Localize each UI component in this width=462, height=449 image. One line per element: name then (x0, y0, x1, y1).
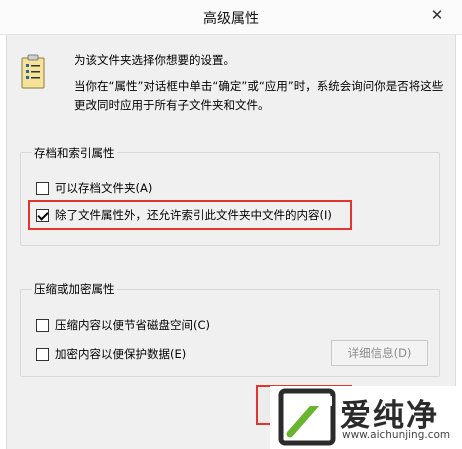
checkbox-box[interactable] (36, 181, 49, 195)
watermark: 爱纯净 www.aichunjing.com (270, 386, 462, 449)
archive-folder-checkbox[interactable]: 可以存档文件夹(A) (36, 180, 152, 196)
details-button[interactable]: 详细信息(D) (331, 340, 428, 366)
archive-index-group (20, 152, 440, 246)
archive-group-title: 存档和索引属性 (32, 145, 117, 161)
watermark-url: www.aichunjing.com (342, 429, 451, 441)
checkbox-box[interactable] (36, 347, 49, 361)
title-bar: 高级属性 ✕ (0, 0, 462, 35)
close-icon: ✕ (430, 6, 444, 24)
watermark-logo-icon (278, 388, 336, 446)
index-content-checkbox[interactable]: 除了文件属性外，还允许索引此文件夹中文件的内容(I) (36, 207, 332, 223)
window-title: 高级属性 (203, 11, 259, 27)
checkbox-label: 除了文件属性外，还允许索引此文件夹中文件的内容(I) (55, 208, 332, 222)
checkbox-label: 压缩内容以便节省磁盘空间(C) (55, 318, 211, 332)
checkbox-label: 加密内容以便保护数据(E) (55, 347, 187, 361)
compress-checkbox[interactable]: 压缩内容以便节省磁盘空间(C) (36, 317, 210, 333)
close-button[interactable]: ✕ (424, 4, 450, 26)
checkbox-box-checked[interactable] (36, 208, 49, 222)
compress-group-title: 压缩或加密属性 (32, 281, 117, 297)
description-text: 为该文件夹选择你想要的设置。 (74, 53, 235, 67)
checkbox-box[interactable] (36, 318, 49, 332)
encrypt-checkbox[interactable]: 加密内容以便保护数据(E) (36, 346, 186, 362)
folder-settings-icon (21, 54, 45, 89)
description-detail-text: 当你在“属性”对话框中单击“确定”或“应用”时，系统会询问你是否将这些更改同时应… (74, 79, 444, 112)
checkbox-label: 可以存档文件夹(A) (55, 181, 153, 195)
